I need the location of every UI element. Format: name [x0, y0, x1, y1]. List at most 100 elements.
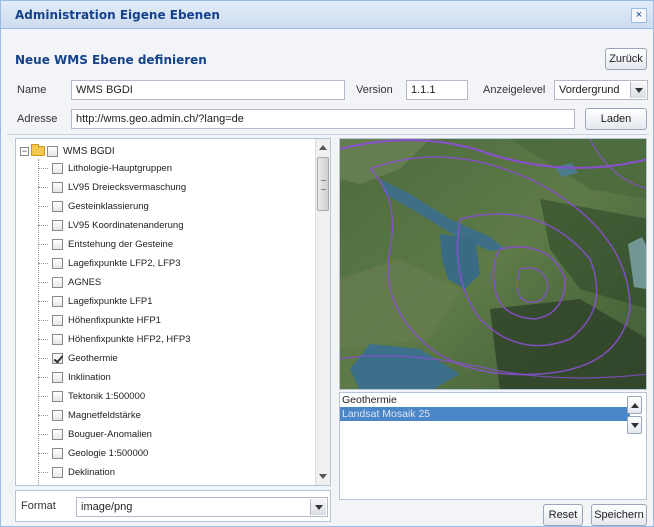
version-input[interactable]: 1.1.1 [406, 80, 468, 100]
format-panel: Format image/png [15, 490, 331, 522]
chevron-down-icon[interactable] [630, 82, 646, 98]
close-icon[interactable]: × [631, 8, 647, 23]
name-label: Name [17, 84, 47, 96]
tree-connector [38, 168, 48, 169]
layer-list-item[interactable]: Geothermie [340, 393, 630, 407]
layer-list: Geothermie Landsat Mosaik 25 [340, 393, 630, 499]
tree-item[interactable]: Lagefixpunkte LFP2, LFP3 [38, 254, 181, 273]
tree-item-label: LV95 Dreiecksvermaschung [68, 182, 187, 193]
layer-checkbox[interactable] [52, 163, 63, 174]
layer-checkbox[interactable] [52, 353, 63, 364]
layer-checkbox[interactable] [52, 201, 63, 212]
layer-checkbox[interactable] [52, 220, 63, 231]
display-level-select[interactable]: Vordergrund [554, 80, 648, 100]
layer-checkbox[interactable] [52, 315, 63, 326]
tree-item-label: Lithologie-Hauptgruppen [68, 163, 173, 174]
layer-tree: − WMS BGDI Lithologie-Hauptgruppen LV95 D… [15, 138, 331, 486]
tree-scrollbar[interactable] [315, 139, 330, 485]
tree-item[interactable]: Lithologie-Hauptgruppen [38, 159, 172, 178]
address-label: Adresse [17, 113, 58, 125]
tree-connector [38, 206, 48, 207]
tree-item-label: Geologie 1:500000 [68, 448, 149, 459]
root-checkbox[interactable] [47, 145, 58, 157]
section-title: Neue WMS Ebene definieren [15, 53, 207, 67]
layer-checkbox[interactable] [52, 334, 63, 345]
tree-connector [38, 358, 48, 359]
layer-checkbox[interactable] [52, 391, 63, 402]
layer-checkbox[interactable] [52, 410, 63, 421]
format-label: Format [21, 500, 56, 512]
tree-item[interactable]: Geothermie [38, 349, 118, 368]
layer-list-item[interactable]: Landsat Mosaik 25 [340, 407, 630, 421]
back-button[interactable]: Zurück [605, 48, 647, 70]
title-bar[interactable]: Administration Eigene Ebenen × [1, 1, 653, 29]
layer-checkbox[interactable] [52, 448, 63, 459]
tree-connector [38, 263, 48, 264]
tree-connector [38, 377, 48, 378]
name-input[interactable]: WMS BGDI [71, 80, 345, 100]
tree-root[interactable]: − WMS BGDI [20, 144, 115, 158]
tree-item[interactable]: Entstehung der Gesteine [38, 235, 173, 254]
tree-item[interactable]: Höhenfixpunkte HFP1 [38, 311, 161, 330]
tree-item-label: Entstehung der Gesteine [68, 239, 174, 250]
window-title: Administration Eigene Ebenen [15, 8, 220, 22]
tree-connector [38, 187, 48, 188]
folder-icon [31, 144, 45, 156]
reset-button[interactable]: Reset [543, 504, 583, 526]
layer-checkbox[interactable] [52, 182, 63, 193]
layer-checkbox[interactable] [52, 258, 63, 269]
tree-item-label: Lagefixpunkte LFP1 [68, 296, 153, 307]
tree-item[interactable]: LV95 Koordinatenanderung [38, 216, 184, 235]
display-level-label: Anzeigelevel [483, 84, 546, 96]
scroll-down-icon[interactable] [316, 469, 330, 483]
move-down-button[interactable] [627, 416, 642, 434]
collapse-icon[interactable]: − [20, 146, 29, 156]
format-select[interactable]: image/png [76, 497, 328, 517]
tree-item-label: LV95 Koordinatenanderung [68, 220, 184, 231]
move-up-button[interactable] [627, 396, 642, 414]
tree-connector [38, 225, 48, 226]
tree-item-label: Deklination [68, 467, 115, 478]
tree-item-label: Bouguer-Anomalien [68, 429, 152, 440]
tree-item[interactable]: Inklination [38, 368, 111, 387]
tree-connector [38, 396, 48, 397]
tree-item[interactable]: Tektonik 1:500000 [38, 387, 145, 406]
layer-checkbox[interactable] [52, 467, 63, 478]
layer-checkbox[interactable] [52, 277, 63, 288]
load-button[interactable]: Laden [585, 108, 647, 130]
tree-connector [38, 415, 48, 416]
tree-item-label: Höhenfixpunkte HFP2, HFP3 [68, 334, 191, 345]
tree-item[interactable]: Bouguer-Anomalien [38, 425, 152, 444]
tree-item-label: Gesteinklassierung [68, 201, 149, 212]
layer-checkbox[interactable] [52, 429, 63, 440]
tree-connector [38, 434, 48, 435]
tree-connector [38, 282, 48, 283]
tree-item-label: Lagefixpunkte LFP2, LFP3 [68, 258, 181, 269]
tree-item[interactable]: Magnetfeldstärke [38, 406, 141, 425]
tree-item[interactable]: LV95 Dreiecksvermaschung [38, 178, 186, 197]
tree-item[interactable]: Deklination [38, 463, 115, 482]
tree-item[interactable]: Höhenfixpunkte HFP2, HFP3 [38, 330, 191, 349]
layer-checkbox[interactable] [52, 372, 63, 383]
tree-item[interactable]: Geologie 1:500000 [38, 444, 148, 463]
chevron-down-icon[interactable] [310, 499, 326, 515]
scroll-up-icon[interactable] [316, 141, 330, 155]
version-label: Version [356, 84, 393, 96]
tree-item-label: Inklination [68, 372, 111, 383]
address-input[interactable]: http://wms.geo.admin.ch/?lang=de [71, 109, 575, 129]
scroll-thumb[interactable] [317, 157, 329, 211]
tree-item-label: Magnetfeldstärke [68, 410, 141, 421]
layer-checkbox[interactable] [52, 239, 63, 250]
tree-item[interactable]: Gesteinklassierung [38, 197, 149, 216]
layer-checkbox[interactable] [52, 296, 63, 307]
tree-connector [38, 339, 48, 340]
tree-item[interactable]: AGNES [38, 273, 101, 292]
tree-item[interactable]: Lagefixpunkte LFP1 [38, 292, 153, 311]
tree-item-label: Tektonik 1:500000 [68, 391, 146, 402]
map-preview[interactable] [339, 138, 647, 390]
layer-order-panel: Geothermie Landsat Mosaik 25 [339, 392, 647, 500]
format-value: image/png [81, 501, 133, 513]
satellite-map [340, 139, 646, 389]
save-button[interactable]: Speichern [591, 504, 647, 526]
display-level-value: Vordergrund [559, 84, 620, 96]
